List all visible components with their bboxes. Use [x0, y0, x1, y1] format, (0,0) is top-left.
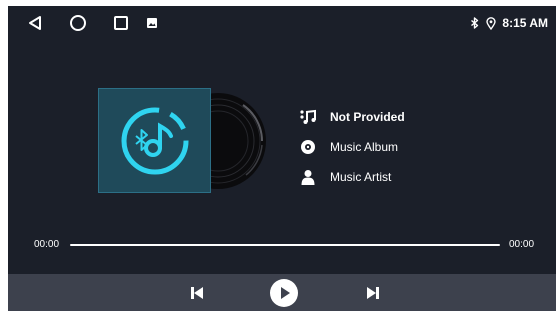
previous-track-icon	[191, 287, 203, 299]
back-triangle-icon	[29, 16, 41, 30]
music-note-icon	[298, 107, 318, 127]
track-title: Not Provided	[330, 110, 405, 124]
location-pin-icon	[486, 16, 497, 30]
status-bar: 8:15 AM	[8, 6, 556, 40]
play-button[interactable]	[269, 278, 299, 308]
home-nav-button[interactable]	[68, 13, 88, 33]
recents-square-icon	[114, 16, 128, 30]
recents-nav-button[interactable]	[111, 13, 131, 33]
next-track-icon	[367, 287, 379, 299]
home-circle-icon	[70, 15, 86, 31]
artist-name: Music Artist	[330, 170, 392, 184]
play-icon	[270, 279, 298, 307]
album-row: Music Album	[298, 132, 498, 162]
album-disc-icon	[298, 137, 318, 157]
album-art	[98, 88, 268, 198]
bluetooth-music-logo-icon	[121, 107, 188, 174]
back-nav-button[interactable]	[25, 13, 45, 33]
seek-track	[70, 244, 500, 246]
elapsed-time: 00:00	[34, 239, 60, 250]
track-title-row: Not Provided	[298, 102, 498, 132]
bluetooth-icon	[471, 17, 479, 29]
playback-control-bar	[8, 274, 556, 311]
seek-bar[interactable]	[70, 242, 500, 248]
clock: 8:15 AM	[502, 16, 548, 30]
next-track-button[interactable]	[362, 278, 384, 308]
gallery-notification[interactable]	[142, 13, 162, 33]
music-player-screen: 8:15 AM Not Provided Music Album Music A…	[8, 6, 556, 311]
total-duration: 00:00	[509, 239, 535, 250]
album-name: Music Album	[330, 140, 399, 154]
album-cover	[98, 88, 211, 193]
gallery-notification-icon	[147, 18, 157, 28]
artist-person-icon	[298, 167, 318, 187]
previous-track-button[interactable]	[186, 278, 208, 308]
artist-row: Music Artist	[298, 162, 498, 192]
status-indicators: 8:15 AM	[470, 15, 548, 31]
track-info: Not Provided Music Album Music Artist	[298, 102, 498, 192]
